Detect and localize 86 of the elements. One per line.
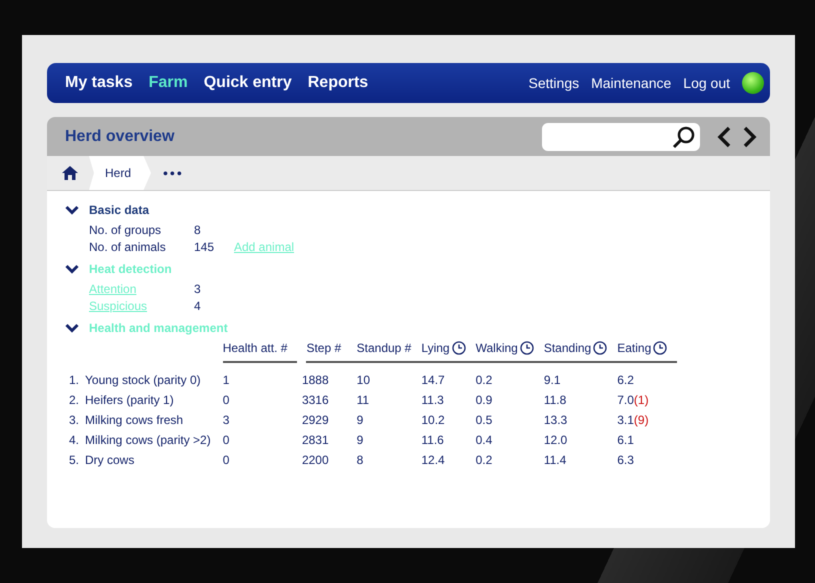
group-name: Young stock (parity 0): [85, 372, 201, 386]
table-cell: 6.2: [617, 373, 634, 387]
group-name: Dry cows: [85, 453, 134, 467]
table-cell: 6.1: [617, 433, 634, 447]
fact-value: 145: [194, 240, 216, 254]
globe-icon[interactable]: [742, 72, 764, 94]
table-cell: 11.6: [421, 433, 444, 447]
clock-icon: [520, 341, 534, 355]
table-cell: 11.3: [421, 393, 444, 407]
table-cell: 3: [222, 413, 230, 427]
chevron-down-icon[interactable]: [65, 264, 79, 274]
column-header: Eating: [617, 341, 668, 355]
search-field[interactable]: [542, 122, 700, 150]
row-number: 5.: [69, 453, 80, 467]
table-cell: 9.1: [544, 373, 561, 387]
table-cell: 1: [222, 373, 230, 387]
table-cell: 11: [356, 393, 370, 407]
fact-value: 3: [194, 282, 202, 296]
table-cell: 0.2: [476, 373, 492, 387]
chevron-right-icon[interactable]: [742, 126, 758, 148]
table-cell: 2831: [302, 433, 329, 447]
column-header: Step #: [306, 341, 342, 355]
alert-count: (1): [634, 393, 649, 407]
table-cell: 1888: [302, 373, 329, 387]
table-cell: 2929: [302, 413, 329, 427]
table-cell: 12.4: [421, 453, 445, 467]
row-number: 3.: [69, 413, 80, 427]
column-header: Walking: [476, 341, 534, 355]
search-icon[interactable]: [672, 124, 696, 148]
table-cell: 0.4: [476, 433, 492, 447]
nav-link[interactable]: Log out: [679, 75, 734, 91]
column-header: Lying: [421, 341, 466, 355]
home-icon[interactable]: [61, 165, 79, 181]
table-cell: 6.3: [617, 453, 634, 467]
nav-tab[interactable]: Quick entry: [198, 74, 298, 92]
table-cell: 9: [356, 433, 364, 447]
column-header: Standup #: [356, 341, 412, 355]
table-cell: 9: [356, 413, 364, 427]
section-title: Basic data: [89, 203, 150, 217]
panel-title: Herd overview: [65, 128, 174, 146]
nav-tab[interactable]: Farm: [142, 74, 194, 92]
table-cell: 2200: [302, 453, 329, 467]
table-cell: 7.0: [617, 393, 634, 407]
clock-icon: [653, 341, 668, 355]
chevron-down-icon[interactable]: [65, 323, 79, 333]
clock-icon: [593, 341, 608, 355]
section-title: Health and management: [89, 321, 228, 335]
clock-icon: [452, 341, 466, 355]
table-cell: 12.0: [544, 433, 568, 447]
table-cell: 0.5: [476, 413, 492, 427]
nav-link[interactable]: Maintenance: [587, 75, 676, 91]
table-cell: 10: [356, 373, 370, 387]
fact-value: 8: [194, 223, 202, 237]
section-title: Heat detection: [89, 262, 172, 276]
column-header: Health att. #: [222, 341, 288, 355]
table-cell: 11.8: [544, 393, 566, 407]
table-cell: 13.3: [544, 413, 568, 427]
table-cell: 0: [222, 393, 230, 407]
nav-link[interactable]: Settings: [524, 75, 584, 91]
group-name: Milking cows (parity >2): [85, 433, 211, 447]
table-cell: 3316: [302, 393, 329, 407]
nav-tab[interactable]: Reports: [302, 74, 374, 92]
chevron-down-icon[interactable]: [65, 205, 79, 215]
fact-value: 4: [194, 299, 202, 313]
nav-tab[interactable]: My tasks: [59, 74, 139, 92]
table-cell: 3.1: [617, 413, 634, 427]
fact-label: No. of groups: [89, 223, 162, 237]
table-cell: 0: [222, 453, 230, 467]
table-cell: 8: [356, 453, 364, 467]
table-cell: 14.7: [421, 373, 445, 387]
column-header: Standing: [544, 341, 608, 355]
group-name: Milking cows fresh: [85, 413, 184, 427]
table-cell: 0.9: [476, 393, 492, 407]
breadcrumb-item[interactable]: Herd: [89, 156, 152, 190]
alert-count: (9): [634, 413, 649, 427]
table-cell: 0: [222, 433, 230, 447]
fact-label: No. of animals: [89, 240, 167, 254]
chevron-left-icon[interactable]: [716, 126, 732, 148]
table-cell: 11.4: [544, 453, 566, 467]
row-number: 2.: [69, 393, 80, 407]
table-cell: 10.2: [421, 413, 445, 427]
table-cell: 0.2: [476, 453, 492, 467]
row-number: 1.: [69, 372, 80, 386]
more-dots[interactable]: •••: [163, 165, 184, 181]
group-name: Heifers (parity 1): [85, 393, 174, 407]
row-number: 4.: [69, 433, 80, 447]
